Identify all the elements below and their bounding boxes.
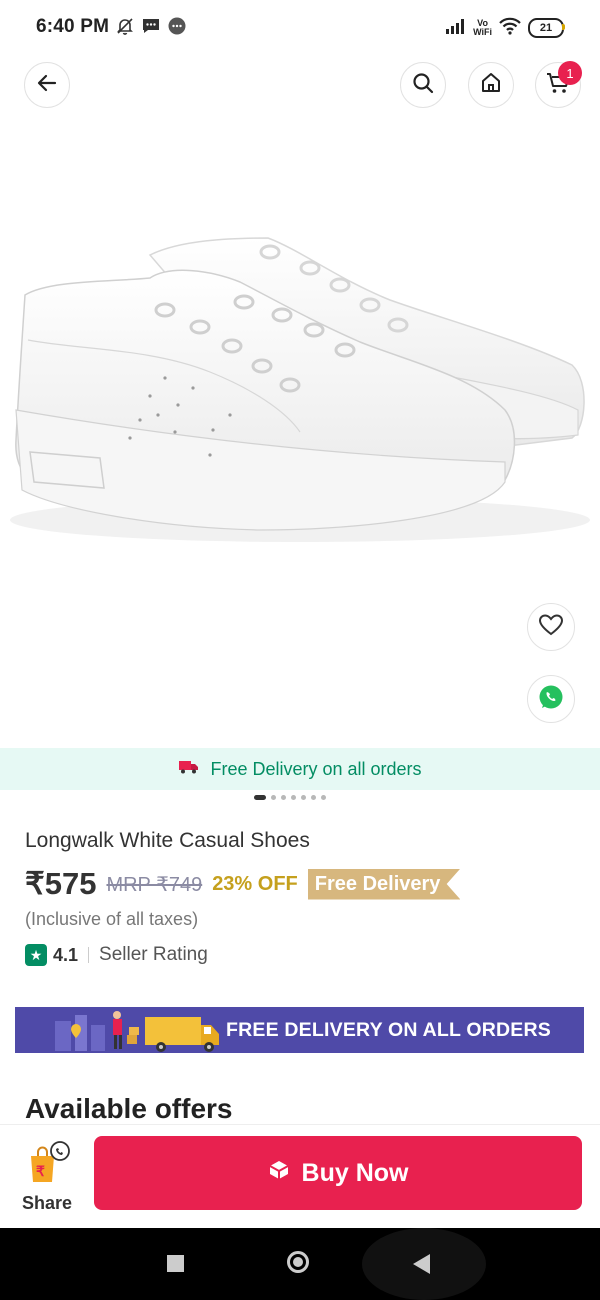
delivery-truck-illustration (55, 1011, 219, 1052)
home-icon (479, 71, 503, 100)
whatsapp-icon (537, 683, 565, 716)
system-navigation-bar (0, 1228, 600, 1300)
whatsapp-share-button[interactable] (527, 675, 575, 723)
wishlist-button[interactable] (527, 603, 575, 651)
buy-cube-icon (268, 1159, 290, 1188)
rating-value: 4.1 (53, 944, 79, 965)
vowifi-icon: Vo WiFi (473, 18, 492, 37)
product-price: ₹575 (25, 866, 97, 901)
product-image-carousel[interactable] (0, 110, 600, 750)
rating-label: Seller Rating (99, 944, 208, 965)
battery-indicator: 21 (528, 18, 565, 38)
discount-label: 23% OFF (212, 872, 298, 895)
heart-icon (538, 613, 564, 642)
wifi-icon (498, 16, 522, 41)
search-button[interactable] (400, 62, 446, 108)
status-bar: 6:40 PM Vo WiFi 21 (0, 0, 600, 56)
recent-apps-button[interactable] (167, 1255, 184, 1272)
rating-divider (88, 947, 90, 963)
buy-now-button[interactable]: Buy Now (94, 1136, 582, 1210)
tax-note: (Inclusive of all taxes) (25, 909, 199, 929)
star-icon: ★ (25, 944, 47, 966)
product-mrp: MRP ₹749 (106, 873, 203, 896)
signal-icon (445, 17, 467, 40)
status-time: 6:40 PM (36, 16, 110, 37)
message-icon (141, 16, 161, 41)
pagination-dot[interactable] (271, 795, 276, 800)
free-delivery-strip: Free Delivery on all orders (0, 748, 600, 790)
pagination-dot[interactable] (281, 795, 286, 800)
price-row: ₹575 MRP ₹749 23% OFF Free Delivery (25, 866, 461, 902)
status-system-icons: Vo WiFi 21 (445, 16, 565, 41)
delivery-truck-icon (178, 759, 200, 780)
pagination-dot[interactable] (254, 795, 266, 800)
status-notification-icons (115, 16, 187, 40)
back-nav-button[interactable] (413, 1254, 430, 1274)
back-button[interactable] (24, 62, 70, 108)
share-button[interactable]: ₹ (26, 1140, 72, 1186)
pagination-dot[interactable] (311, 795, 316, 800)
pagination-dot[interactable] (301, 795, 306, 800)
image-pagination-dots (254, 795, 326, 800)
arrow-left-icon (35, 71, 59, 100)
free-delivery-banner[interactable]: FREE DELIVERY ON ALL ORDERS (15, 1007, 584, 1053)
svg-text:₹: ₹ (36, 1163, 45, 1179)
home-button[interactable] (468, 62, 514, 108)
pagination-dot[interactable] (321, 795, 326, 800)
seller-rating[interactable]: ★ 4.1 Seller Rating (25, 944, 208, 966)
search-icon (411, 71, 435, 100)
home-nav-button[interactable] (287, 1251, 309, 1273)
buy-now-label: Buy Now (301, 1158, 409, 1187)
muted-bell-icon (115, 16, 135, 41)
chat-bubble-icon (167, 16, 187, 41)
product-title: Longwalk White Casual Shoes (25, 829, 310, 852)
share-bag-icon: ₹ (26, 1141, 72, 1190)
product-image (10, 237, 590, 542)
pagination-dot[interactable] (291, 795, 296, 800)
free-delivery-tag: Free Delivery (307, 868, 461, 900)
available-offers-heading: Available offers (25, 1093, 233, 1124)
banner-text: FREE DELIVERY ON ALL ORDERS (225, 1019, 551, 1041)
cart-count-badge: 1 (558, 61, 582, 85)
free-delivery-strip-text: Free Delivery on all orders (210, 758, 422, 779)
share-label: Share (22, 1193, 73, 1213)
